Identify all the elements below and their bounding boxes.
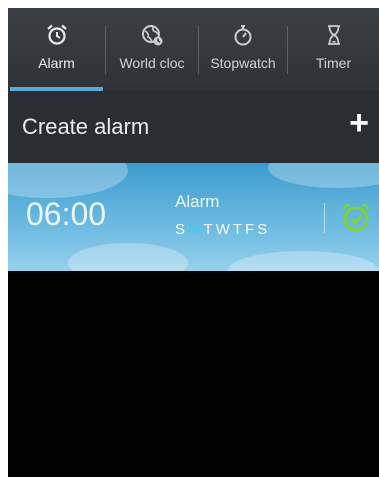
- tab-timer[interactable]: Timer: [288, 8, 379, 91]
- tab-stopwatch-label: Stopwatch: [210, 55, 276, 71]
- alarm-app-screen: Alarm World cloc Stopwatch Timer Create …: [8, 8, 379, 477]
- cloud-decoration: [268, 163, 379, 188]
- day-tuesday: T: [203, 221, 216, 238]
- stopwatch-icon: [230, 22, 256, 48]
- cloud-decoration: [228, 251, 378, 271]
- day-sunday: S: [175, 221, 189, 238]
- alarm-on-icon[interactable]: [338, 200, 374, 236]
- hourglass-icon: [321, 22, 347, 48]
- day-monday: M: [188, 221, 204, 238]
- alarm-clock-icon: [44, 22, 70, 48]
- alarm-repeat-days: SMTWTFS: [175, 221, 270, 238]
- cloud-decoration: [68, 243, 188, 271]
- create-alarm-label: Create alarm: [22, 114, 150, 139]
- day-saturday: S: [257, 221, 271, 238]
- tab-stopwatch[interactable]: Stopwatch: [199, 8, 287, 91]
- globe-icon: [139, 22, 165, 48]
- create-alarm-row[interactable]: Create alarm +: [8, 91, 379, 163]
- tab-bar: Alarm World cloc Stopwatch Timer: [8, 8, 379, 91]
- alarm-name: Alarm: [175, 192, 220, 211]
- day-wednesday: W: [215, 221, 233, 238]
- tab-alarm-label: Alarm: [38, 55, 75, 71]
- alarm-time: 06:00: [26, 196, 107, 232]
- tab-timer-label: Timer: [315, 55, 352, 71]
- alarm-item[interactable]: 06:00 Alarm SMTWTFS: [8, 163, 379, 271]
- tab-alarm[interactable]: Alarm: [8, 8, 105, 91]
- day-friday: F: [245, 221, 258, 238]
- tab-world-clock-label: World cloc: [119, 55, 185, 71]
- alarm-divider: [324, 203, 325, 233]
- cloud-decoration: [8, 163, 128, 198]
- plus-icon[interactable]: +: [349, 106, 369, 140]
- tab-world-clock[interactable]: World cloc: [106, 8, 198, 91]
- day-thursday: T: [232, 221, 246, 238]
